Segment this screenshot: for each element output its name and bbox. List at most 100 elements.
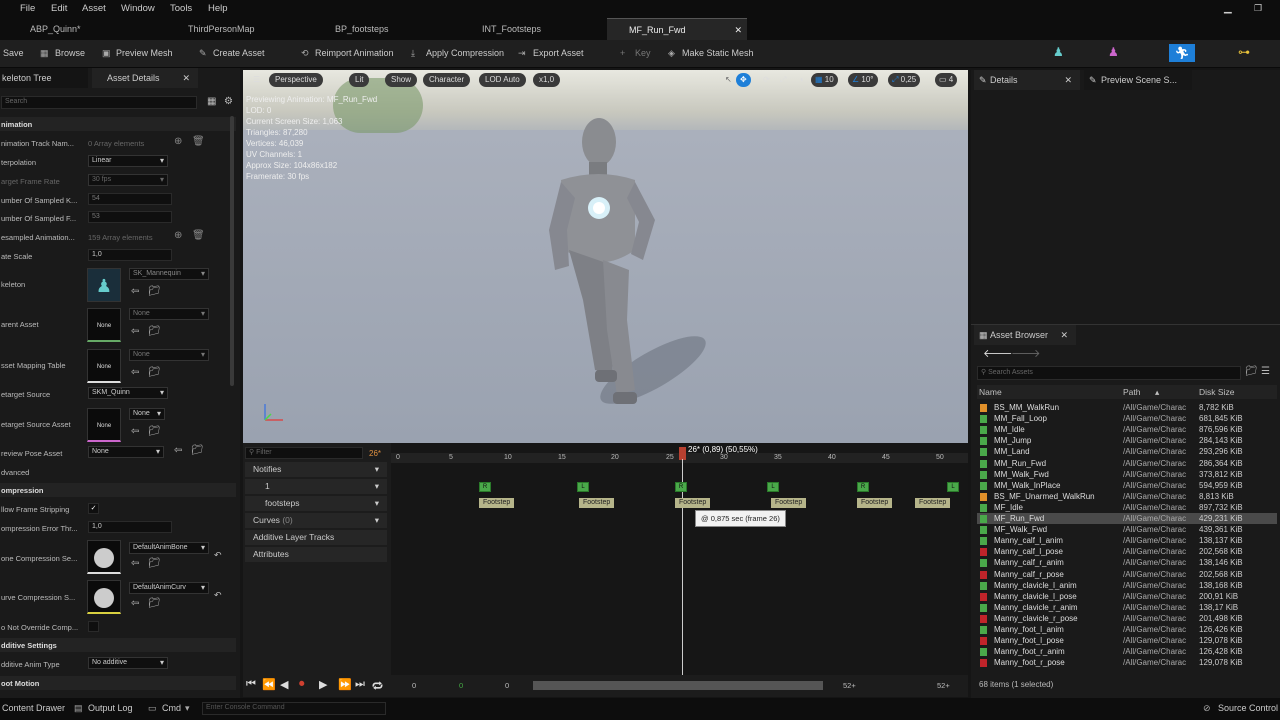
save-button[interactable]: Save bbox=[3, 48, 24, 58]
parent-asset-thumbnail[interactable]: None bbox=[87, 308, 121, 342]
additive-layer-tracks[interactable]: Additive Layer Tracks bbox=[245, 530, 387, 545]
chevron-down-icon[interactable]: ▾ bbox=[375, 462, 379, 477]
section-animation[interactable]: nimation bbox=[0, 117, 236, 131]
skeleton-mode-icon[interactable]: ♟ bbox=[1053, 45, 1069, 61]
playback-speed-button[interactable]: x1,0 bbox=[533, 73, 561, 87]
tab-asset-browser[interactable]: ▦ Asset Browser ✕ bbox=[974, 325, 1076, 345]
maximize-icon[interactable]: ❐ bbox=[1254, 3, 1262, 14]
timeline-scrollbar[interactable] bbox=[533, 681, 823, 690]
back-arrow-icon[interactable]: ⇦ bbox=[131, 367, 139, 378]
asset-row[interactable]: MM_Walk_InPlace/All/Game/Charac 594,959 K… bbox=[977, 480, 1277, 491]
lod-auto-button[interactable]: LOD Auto bbox=[479, 73, 526, 87]
preview-pose-dropdown[interactable]: None bbox=[88, 446, 164, 458]
animation-mode-icon[interactable]: 🏃︎ bbox=[1169, 44, 1195, 62]
footstep-notify[interactable]: Footstep bbox=[771, 498, 807, 508]
preview-viewport[interactable]: ☰ Perspective Lit Show Character LOD Aut… bbox=[243, 70, 968, 443]
notify-marker[interactable]: L bbox=[767, 482, 779, 492]
menu-asset[interactable]: Asset bbox=[82, 3, 106, 14]
mapping-table-dropdown[interactable]: None bbox=[129, 349, 209, 361]
create-asset-button[interactable]: Create Asset bbox=[213, 48, 265, 58]
range-start-field[interactable]: 0 bbox=[412, 681, 416, 690]
tab-bp-footsteps[interactable]: BP_footsteps bbox=[300, 18, 450, 40]
asset-row[interactable]: MM_Run_Fwd/All/Game/Charac 286,364 KiB bbox=[977, 458, 1277, 469]
close-icon[interactable]: ✕ bbox=[734, 19, 742, 41]
trash-icon[interactable]: 🗑︎ bbox=[192, 136, 205, 147]
asset-row[interactable]: Manny_calf_r_anim/All/Game/Charac 138,146… bbox=[977, 557, 1277, 568]
back-arrow-icon[interactable]: 🡐 bbox=[983, 346, 1013, 360]
grid-snap-button[interactable]: ▦ 10 bbox=[811, 73, 838, 87]
source-control-button[interactable]: Source Control bbox=[1218, 703, 1278, 713]
tab-thirdpersonmap[interactable]: ThirdPersonMap bbox=[150, 18, 300, 40]
gear-icon[interactable]: ⚙ bbox=[224, 96, 233, 107]
make-static-mesh-button[interactable]: Make Static Mesh bbox=[682, 48, 754, 58]
browse-folder-icon[interactable]: 📁︎ bbox=[148, 367, 161, 378]
frame-rate-dropdown[interactable]: 30 fps bbox=[88, 174, 168, 186]
mapping-table-thumbnail[interactable]: None bbox=[87, 349, 121, 383]
menu-tools[interactable]: Tools bbox=[170, 3, 192, 14]
rate-scale-field[interactable]: 1,0 bbox=[88, 249, 172, 261]
footsteps-track[interactable]: footsteps ▾ bbox=[245, 496, 387, 511]
asset-row[interactable]: Manny_calf_l_anim/All/Game/Charac 138,137… bbox=[977, 535, 1277, 546]
back-arrow-icon[interactable]: ⇦ bbox=[131, 326, 139, 337]
notify-track-1[interactable]: 1 ▾ bbox=[245, 479, 387, 494]
tab-mf-run-fwd[interactable]: MF_Run_Fwd ✕ bbox=[607, 18, 747, 40]
perspective-button[interactable]: Perspective bbox=[269, 73, 323, 87]
asset-row[interactable]: Manny_foot_l_anim/All/Game/Charac 126,426… bbox=[977, 624, 1277, 635]
back-arrow-icon[interactable]: ⇦ bbox=[131, 598, 139, 609]
add-icon[interactable]: ⊕ bbox=[174, 230, 182, 241]
play-reverse-icon[interactable]: ◀ bbox=[280, 678, 288, 691]
table-view-icon[interactable]: ▦ bbox=[207, 96, 216, 107]
mesh-mode-icon[interactable]: ♟ bbox=[1108, 45, 1124, 61]
parent-asset-dropdown[interactable]: None bbox=[129, 308, 209, 320]
asset-row[interactable]: MM_Land/All/Game/Charac 293,296 KiB bbox=[977, 446, 1277, 457]
asset-row[interactable]: Manny_calf_r_pose/All/Game/Charac 202,568… bbox=[977, 569, 1277, 580]
browse-folder-icon[interactable]: 📁︎ bbox=[191, 445, 204, 456]
rotation-snap-button[interactable]: ∠ 10° bbox=[848, 73, 878, 87]
asset-row[interactable]: Manny_clavicle_r_pose/All/Game/Charac 201… bbox=[977, 613, 1277, 624]
asset-row[interactable]: Manny_foot_l_pose/All/Game/Charac 129,078… bbox=[977, 635, 1277, 646]
chevron-down-icon[interactable]: ▾ bbox=[185, 703, 190, 714]
tab-details[interactable]: ✎ Details ✕ bbox=[974, 70, 1080, 90]
back-arrow-icon[interactable]: ⇦ bbox=[174, 445, 182, 456]
skip-to-end-icon[interactable]: ⏭ bbox=[355, 678, 365, 691]
chevron-down-icon[interactable]: ▾ bbox=[375, 496, 379, 511]
working-end-field[interactable]: 52+ bbox=[843, 681, 856, 690]
rotate-tool-icon[interactable]: ⟳ bbox=[757, 73, 776, 87]
cmd-dropdown[interactable]: Cmd bbox=[162, 703, 181, 713]
back-arrow-icon[interactable]: ⇦ bbox=[131, 286, 139, 297]
back-arrow-icon[interactable]: ⇦ bbox=[131, 426, 139, 437]
output-log-button[interactable]: Output Log bbox=[88, 703, 133, 713]
close-icon[interactable]: ✕ bbox=[182, 68, 190, 88]
reimport-animation-button[interactable]: Reimport Animation bbox=[315, 48, 394, 58]
tab-int-footsteps[interactable]: INT_Footsteps bbox=[455, 18, 605, 40]
footstep-notify[interactable]: Footstep bbox=[675, 498, 711, 508]
apply-compression-button[interactable]: Apply Compression bbox=[426, 48, 504, 58]
menu-help[interactable]: Help bbox=[208, 3, 228, 14]
chevron-down-icon[interactable]: ▾ bbox=[375, 479, 379, 494]
timeline-filter-input[interactable]: ⚲ Filter bbox=[245, 447, 363, 459]
skeleton-thumbnail[interactable]: ♟ bbox=[87, 268, 121, 302]
frame-stripping-checkbox[interactable]: ✓ bbox=[88, 503, 99, 514]
browse-folder-icon[interactable]: 📁︎ bbox=[148, 426, 161, 437]
skip-to-start-icon[interactable]: ⏮ bbox=[246, 678, 256, 691]
range-end-field[interactable]: 52+ bbox=[937, 681, 950, 690]
bone-compression-dropdown[interactable]: DefaultAnimBone bbox=[129, 542, 209, 554]
add-icon[interactable]: ⊕ bbox=[174, 136, 182, 147]
tab-preview-scene[interactable]: ✎ Preview Scene S... bbox=[1084, 70, 1192, 90]
scale-snap-button[interactable]: ⤢ 0,25 bbox=[888, 73, 921, 87]
attributes-track[interactable]: Attributes bbox=[245, 547, 387, 562]
step-back-icon[interactable]: ⏪ bbox=[262, 678, 276, 691]
advanced-expander[interactable]: dvanced bbox=[1, 468, 29, 477]
show-button[interactable]: Show bbox=[385, 73, 418, 87]
asset-row[interactable]: MF_Idle/All/Game/Charac 897,732 KiB bbox=[977, 502, 1277, 513]
retarget-asset-thumbnail[interactable]: None bbox=[87, 408, 121, 442]
compression-error-field[interactable]: 1,0 bbox=[88, 521, 172, 533]
curves-track[interactable]: Curves (0) ▾ bbox=[245, 513, 387, 528]
chevron-down-icon[interactable]: ▾ bbox=[375, 513, 379, 528]
skeleton-dropdown[interactable]: SK_Mannequin bbox=[129, 268, 209, 280]
filter-icon[interactable]: ☰ bbox=[1261, 366, 1270, 377]
lit-button[interactable]: Lit bbox=[349, 73, 370, 87]
browse-folder-icon[interactable]: 📁︎ bbox=[148, 598, 161, 609]
back-arrow-icon[interactable]: ⇦ bbox=[131, 558, 139, 569]
details-scrollbar[interactable] bbox=[230, 116, 234, 386]
